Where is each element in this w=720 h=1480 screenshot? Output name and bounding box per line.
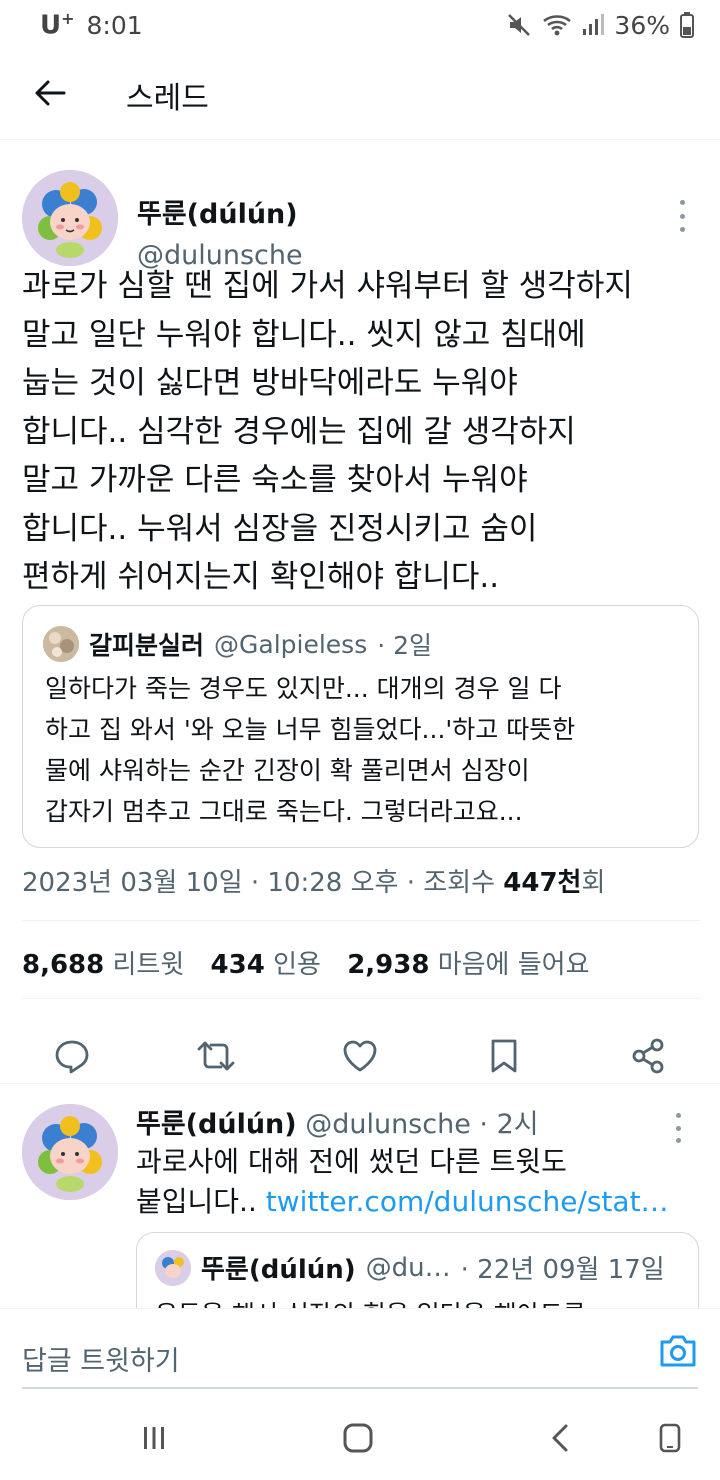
system-nav-bar [0, 1398, 720, 1480]
rotate-button[interactable] [650, 1420, 690, 1460]
retweet-icon [196, 1037, 236, 1079]
quoted-author-handle: @Galpieless [214, 629, 368, 659]
wifi-icon [542, 13, 572, 37]
reply-avatar[interactable] [22, 1104, 118, 1200]
reply-link[interactable]: twitter.com/dulunsche/stat… [266, 1185, 669, 1218]
tweet-text: 과로가 심할 땐 집에 가서 샤워부터 할 생각하지 말고 일단 누워야 합니다… [22, 268, 633, 595]
divider [22, 920, 700, 921]
author-row: 뚜룬(dúlún) @dulunsche [22, 160, 702, 271]
reply-author-name[interactable]: 뚜룬(dúlún) [136, 1109, 297, 1140]
back-button[interactable] [0, 50, 100, 140]
reply-text: 과로사에 대해 전에 썼던 다른 트윗도 붙입니다.. twitter.com/… [136, 1145, 669, 1218]
bookmark-icon [489, 1037, 519, 1079]
app-bar: 스레드 [0, 50, 720, 140]
recents-button[interactable] [134, 1420, 174, 1460]
quoted-avatar [43, 626, 79, 662]
tweet-meta: 2023년 03월 10일 · 10:28 오후 · 조회수 447천회 [22, 862, 605, 899]
tweet-date-time: 2023년 03월 10일 · 10:28 오후 · 조회수 [22, 868, 504, 898]
bookmark-button[interactable] [482, 1036, 526, 1080]
quotes-stat[interactable]: 434 인용 [211, 950, 321, 980]
recents-icon [140, 1424, 168, 1456]
share-icon [630, 1037, 666, 1079]
reply-quoted-author-name: 뚜룬(dúlún) [201, 1255, 356, 1285]
signal-icon [582, 13, 605, 37]
system-back-button[interactable] [540, 1420, 580, 1460]
composer-underline [22, 1387, 698, 1389]
battery-icon [680, 12, 694, 38]
reply-quoted-time: · 22년 09월 17일 [460, 1255, 665, 1285]
camera-icon [658, 1335, 698, 1373]
likes-stat[interactable]: 2,938 마음에 들어요 [347, 950, 589, 980]
reply-more-options-button[interactable] [668, 1110, 688, 1146]
like-icon [341, 1038, 379, 1078]
views-count[interactable]: 447천 [503, 868, 581, 898]
reply-tweet[interactable]: 뚜룬(dúlún) @dulunsche · 2시 과로사에 대해 전에 썼던 … [0, 1083, 720, 1308]
like-button[interactable] [338, 1036, 382, 1080]
more-dots-icon [679, 200, 685, 205]
quoted-tweet-header: 갈피분실러 @Galpieless · 2일 [43, 626, 432, 662]
reply-quoted-avatar [155, 1249, 191, 1286]
status-time: 8:01 [86, 10, 143, 40]
reply-button[interactable] [50, 1036, 94, 1080]
carrier-label: U+ [40, 9, 75, 41]
battery-percent: 36% [614, 10, 670, 40]
back-arrow-icon [34, 79, 66, 111]
rotate-icon [658, 1422, 682, 1458]
avatar[interactable] [22, 170, 118, 266]
mute-icon [506, 12, 532, 38]
reply-icon [53, 1037, 91, 1079]
more-options-button[interactable] [672, 196, 692, 236]
quoted-tweet-time: · 2일 [377, 631, 433, 660]
views-unit: 회 [581, 868, 606, 898]
status-bar: U+ 8:01 36% [0, 0, 720, 50]
share-button[interactable] [626, 1036, 670, 1080]
quoted-author-name: 갈피분실러 [89, 631, 205, 660]
divider [22, 998, 700, 999]
more-dots-icon [675, 1113, 681, 1118]
page-title: 스레드 [126, 80, 209, 116]
retweet-button[interactable] [194, 1036, 238, 1080]
reply-author-handle[interactable]: @dulunsche [305, 1109, 471, 1140]
back-icon [548, 1423, 572, 1457]
reply-quoted-text: 운동을 해서 심장의 힘을 일단을 해야도록 [155, 1295, 586, 1308]
reply-quoted-author-handle: @du… [365, 1252, 451, 1283]
reply-composer: 답글 트윗하기 [0, 1308, 720, 1398]
camera-button[interactable] [658, 1333, 698, 1373]
home-icon [342, 1422, 374, 1458]
home-button[interactable] [338, 1420, 378, 1460]
reply-quoted-header: 뚜룬(dúlún) @du… · 22년 09월 17일 [155, 1249, 665, 1286]
reply-input[interactable]: 답글 트윗하기 [22, 1339, 180, 1378]
reply-time: · 2시 [479, 1109, 539, 1140]
reply-header: 뚜룬(dúlún) @dulunsche · 2시 [136, 1102, 539, 1141]
quoted-tweet-card[interactable]: 갈피분실러 @Galpieless · 2일 일하다가 죽는 경우도 있지만..… [22, 605, 699, 848]
reply-quoted-tweet-card[interactable]: 뚜룬(dúlún) @du… · 22년 09월 17일 운동을 해서 심장의 … [136, 1232, 699, 1308]
author-name[interactable]: 뚜룬(dúlún) [137, 192, 298, 231]
quoted-tweet-text: 일하다가 죽는 경우도 있지만... 대개의 경우 일 다 하고 집 와서 '와… [45, 674, 576, 826]
tweet-stats: 8,688 리트윗 434 인용 2,938 마음에 들어요 [22, 944, 590, 981]
retweets-stat[interactable]: 8,688 리트윗 [22, 950, 184, 980]
